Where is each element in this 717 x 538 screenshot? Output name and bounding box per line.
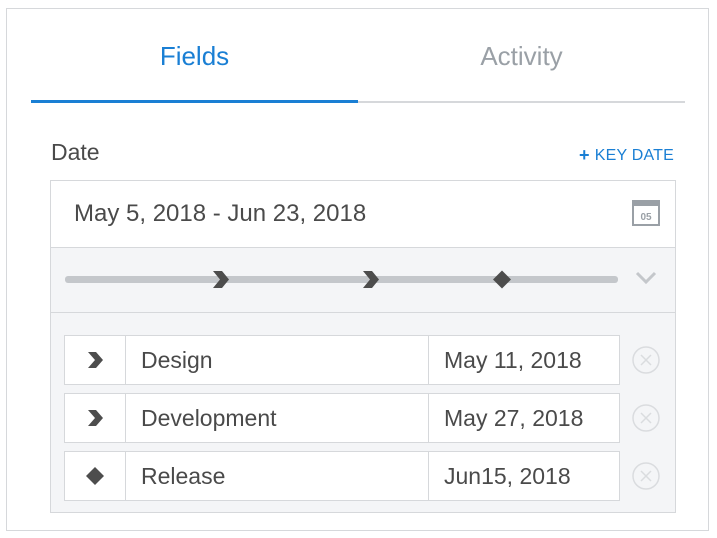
milestone-name-field[interactable]: Release: [141, 452, 225, 500]
tab-activity[interactable]: Activity: [358, 9, 685, 103]
tab-bar: Fields Activity: [31, 9, 685, 103]
milestone-date-field[interactable]: May 11, 2018: [428, 336, 619, 384]
milestone-name-field[interactable]: Design: [141, 336, 213, 384]
date-range-input[interactable]: May 5, 2018 - Jun 23, 2018 05: [51, 181, 675, 248]
chevron-right-icon: [88, 352, 103, 368]
remove-milestone-development-icon[interactable]: [632, 404, 660, 432]
milestone-row-design: Design May 11, 2018: [64, 335, 620, 385]
key-date-label: KEY DATE: [594, 146, 674, 164]
timeline-marker-release[interactable]: [493, 270, 511, 289]
milestone-date-field[interactable]: Jun15, 2018: [428, 452, 619, 500]
milestone-name-field[interactable]: Development: [141, 394, 277, 442]
calendar-icon-day: 05: [640, 212, 652, 223]
date-section-label: Date: [51, 139, 100, 165]
date-range-value: May 5, 2018 - Jun 23, 2018: [74, 200, 367, 227]
milestone-date-field[interactable]: May 27, 2018: [428, 394, 619, 442]
remove-milestone-release-icon[interactable]: [632, 462, 660, 490]
milestone-type-cell[interactable]: [65, 394, 126, 442]
milestone-row-release: Release Jun15, 2018: [64, 451, 620, 501]
date-field-container: May 5, 2018 - Jun 23, 2018 05 Design May…: [50, 180, 676, 513]
remove-milestone-design-icon[interactable]: [632, 346, 660, 374]
plus-icon: +: [579, 145, 590, 165]
chevron-right-icon: [88, 410, 103, 426]
chevron-down-icon[interactable]: [635, 271, 657, 285]
milestone-timeline: [51, 248, 675, 313]
milestone-type-cell[interactable]: [65, 452, 126, 500]
add-key-date-button[interactable]: + KEY DATE: [579, 145, 674, 166]
tab-divider: [358, 101, 685, 103]
timeline-graphic: [65, 270, 657, 289]
diamond-icon: [86, 467, 104, 485]
timeline-track: [65, 276, 618, 283]
fields-panel: Fields Activity Date + KEY DATE May 5, 2…: [6, 8, 709, 531]
milestone-row-development: Development May 27, 2018: [64, 393, 620, 443]
calendar-icon[interactable]: 05: [632, 200, 660, 226]
milestone-type-cell[interactable]: [65, 336, 126, 384]
active-tab-indicator: [31, 100, 358, 103]
tab-fields[interactable]: Fields: [31, 9, 358, 103]
